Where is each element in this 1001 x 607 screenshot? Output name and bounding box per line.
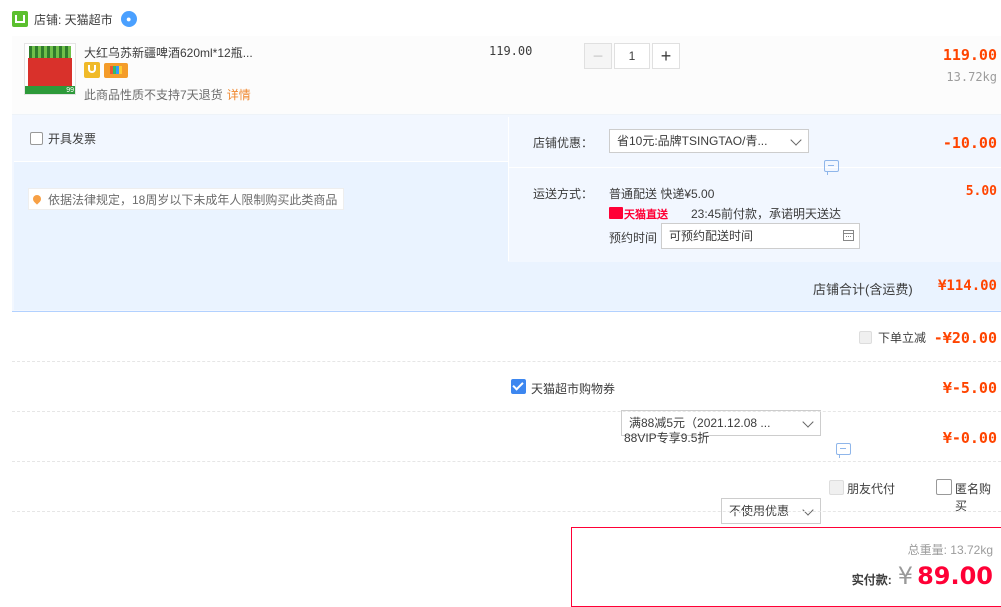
actual-payment-amount: 89.00 bbox=[917, 562, 993, 590]
increase-quantity-button[interactable]: + bbox=[652, 43, 680, 69]
divider bbox=[12, 411, 1001, 413]
quantity-stepper: − 1 + bbox=[584, 43, 680, 69]
order-discount-checkbox[interactable] bbox=[859, 331, 872, 345]
currency-symbol: ¥ bbox=[897, 562, 914, 590]
thumbnail-badge: 99 bbox=[66, 87, 74, 94]
unit-price: 119.00 bbox=[489, 44, 533, 58]
details-link[interactable]: 详情 bbox=[227, 88, 251, 102]
divider bbox=[12, 361, 1001, 363]
shop-header: 店铺: 天猫超市 ● bbox=[12, 10, 137, 28]
friend-pay-checkbox[interactable] bbox=[829, 480, 844, 496]
actual-payment: 实付款: ¥ 89.00 bbox=[852, 562, 993, 590]
vip-amount: ¥-0.00 bbox=[942, 429, 997, 447]
shipping-method: 普通配送 快递¥5.00 bbox=[609, 187, 715, 201]
comment-icon[interactable] bbox=[824, 160, 839, 175]
invoice-checkbox[interactable] bbox=[30, 132, 43, 145]
return-policy-text: 此商品性质不支持7天退货 bbox=[84, 88, 223, 102]
coupon-amount: ¥-5.00 bbox=[942, 379, 997, 397]
order-discount-checkbox-wrap bbox=[859, 330, 872, 345]
beer-box-image bbox=[28, 58, 72, 86]
chevron-down-icon bbox=[802, 416, 814, 428]
return-policy-note: 此商品性质不支持7天退货 详情 bbox=[84, 86, 251, 103]
shop-discount-select[interactable]: 省10元:品牌TSINGTAO/青... bbox=[609, 129, 809, 153]
service-guarantee-icon[interactable] bbox=[84, 62, 100, 78]
reserve-time-value: 可预约配送时间 bbox=[669, 229, 754, 243]
invoice-label: 开具发票 bbox=[48, 132, 97, 146]
friend-pay-checkbox-wrap bbox=[829, 480, 844, 496]
friend-pay-label: 朋友代付 bbox=[847, 482, 896, 496]
chevron-down-icon bbox=[790, 134, 802, 146]
shop-discount-value: 省10元:品牌TSINGTAO/青... bbox=[617, 134, 768, 148]
comment-icon[interactable] bbox=[836, 443, 851, 458]
legal-notice: 依据法律规定，18周岁以下未成年人限制购买此类商品 bbox=[28, 188, 345, 210]
coupon-checkbox[interactable] bbox=[511, 379, 526, 395]
shipping-label: 运送方式： bbox=[533, 187, 594, 201]
tmall-direct-badge: 天猫直送 bbox=[609, 206, 681, 221]
anonymous-checkbox-wrap bbox=[936, 479, 952, 495]
reserve-time-input[interactable]: 可预约配送时间 bbox=[661, 223, 860, 249]
invoice-option[interactable]: 开具发票 bbox=[30, 130, 96, 147]
legal-notice-area bbox=[14, 161, 508, 262]
coupon-checkbox-wrap bbox=[511, 379, 526, 395]
total-weight: 总重量: 13.72kg bbox=[907, 543, 993, 557]
order-discount-amount: -¥20.00 bbox=[933, 329, 997, 347]
coupon-label: 天猫超市购物券 bbox=[531, 382, 616, 396]
quantity-input[interactable]: 1 bbox=[614, 43, 650, 69]
decrease-quantity-button[interactable]: − bbox=[584, 43, 612, 69]
shop-discount-amount: -10.00 bbox=[942, 134, 997, 152]
shop-total-label: 店铺合计(含运费) bbox=[813, 282, 913, 297]
vip-label: 88VIP专享9.5折 bbox=[624, 431, 710, 445]
product-thumbnail[interactable]: 99 bbox=[24, 43, 76, 95]
anonymous-label: 匿名购买 bbox=[955, 482, 992, 513]
shop-discount-label: 店铺优惠： bbox=[533, 136, 594, 150]
divider bbox=[12, 461, 1001, 463]
delivery-promise: 23:45前付款，承诺明天送达 bbox=[691, 207, 842, 221]
shipping-amount: 5.00 bbox=[965, 184, 997, 199]
tmall-supermarket-logo-icon bbox=[12, 11, 28, 27]
shop-name[interactable]: 店铺: 天猫超市 bbox=[34, 11, 113, 28]
chat-wangwang-icon[interactable]: ● bbox=[120, 11, 137, 27]
location-pin-icon bbox=[31, 193, 43, 205]
legal-notice-text: 依据法律规定，18周岁以下未成年人限制购买此类商品 bbox=[48, 192, 338, 207]
column-divider bbox=[508, 117, 509, 261]
tmall-cat-icon bbox=[609, 207, 623, 219]
anonymous-checkbox[interactable] bbox=[936, 479, 952, 495]
credit-card-icon[interactable] bbox=[104, 63, 128, 78]
chevron-down-icon bbox=[802, 504, 814, 516]
reserve-time-label: 预约时间 bbox=[609, 231, 658, 245]
shop-total-amount: ¥114.00 bbox=[937, 278, 997, 294]
tmall-direct-text: 天猫直送 bbox=[624, 209, 668, 221]
coupon-value: 满88减5元（2021.12.08 ... bbox=[629, 416, 771, 430]
item-subtotal: 119.00 bbox=[942, 46, 997, 64]
row-divider bbox=[509, 167, 1001, 168]
actual-payment-label: 实付款: bbox=[851, 573, 892, 587]
product-title[interactable]: 大红乌苏新疆啤酒620ml*12瓶... bbox=[84, 44, 253, 61]
calendar-icon[interactable] bbox=[843, 230, 854, 241]
order-discount-label: 下单立减 bbox=[878, 331, 927, 345]
item-weight: 13.72kg bbox=[946, 70, 997, 84]
divider bbox=[12, 511, 1001, 513]
